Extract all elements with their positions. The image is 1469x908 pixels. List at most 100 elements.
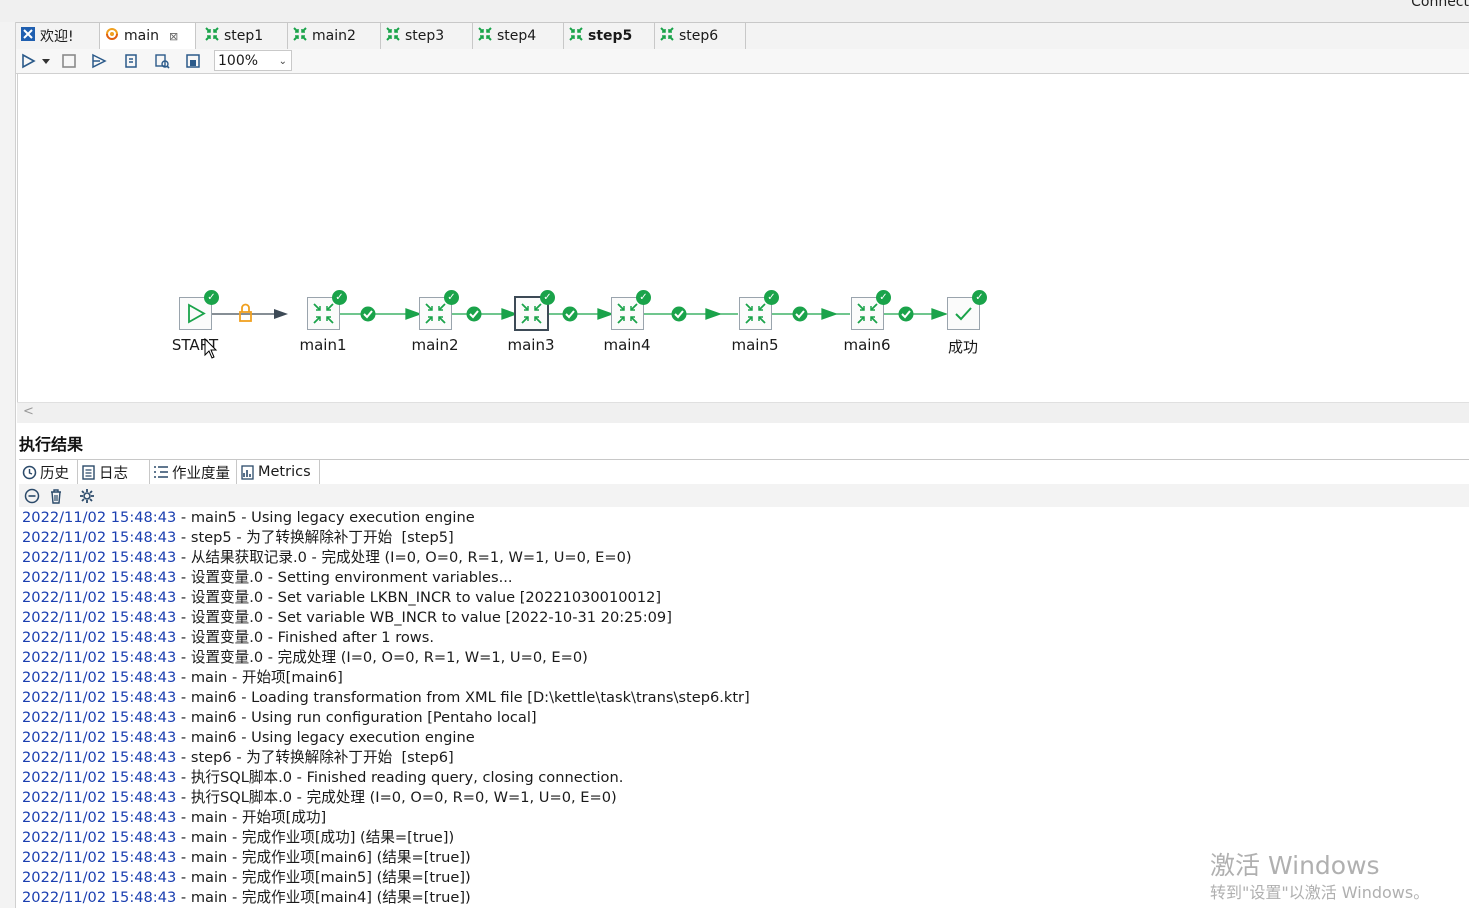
welcome-icon xyxy=(20,26,36,46)
activation-watermark-title: 激活 Windows xyxy=(1210,851,1380,880)
log-timestamp: 2022/11/02 15:48:43 xyxy=(22,829,177,846)
metrics-icon xyxy=(241,464,254,480)
success-badge-icon: ✓ xyxy=(876,290,891,305)
log-timestamp: 2022/11/02 15:48:43 xyxy=(22,689,177,706)
log-message: - step6 - 为了转换解除补丁开始 [step6] xyxy=(176,749,454,766)
node-label: main1 xyxy=(299,336,347,354)
log-timestamp: 2022/11/02 15:48:43 xyxy=(22,729,177,746)
stop-icon[interactable] xyxy=(60,52,78,70)
log-line: 2022/11/02 15:48:43 - 设置变量.0 - Set varia… xyxy=(22,608,672,628)
left-panel-edge xyxy=(0,22,16,908)
log-line: 2022/11/02 15:48:43 - main6 - Using lega… xyxy=(22,728,475,748)
tab-step5[interactable]: step5 xyxy=(564,23,655,49)
tab-label: 日志 xyxy=(99,465,128,482)
log-line: 2022/11/02 15:48:43 - 执行SQL脚本.0 - Finish… xyxy=(22,768,623,788)
tab-bar: 欢迎! main ⊠ step1 main2 step3 step4 step5… xyxy=(16,22,1469,50)
clear-log-icon[interactable] xyxy=(24,488,40,504)
tab-step6[interactable]: step6 xyxy=(655,23,746,49)
log-timestamp: 2022/11/02 15:48:43 xyxy=(22,509,177,526)
job-icon xyxy=(104,26,120,46)
success-badge-icon: ✓ xyxy=(444,290,459,305)
tab-history[interactable]: 历史 xyxy=(19,460,78,484)
tab-welcome[interactable]: 欢迎! xyxy=(16,23,100,49)
log-timestamp: 2022/11/02 15:48:43 xyxy=(22,749,177,766)
log-message: - 设置变量.0 - Set variable WB_INCR to value… xyxy=(176,609,672,626)
tab-label: step1 xyxy=(224,28,264,44)
log-message: - main - 开始项[成功] xyxy=(176,809,327,826)
log-timestamp: 2022/11/02 15:48:43 xyxy=(22,889,177,906)
log-timestamp: 2022/11/02 15:48:43 xyxy=(22,549,177,566)
node-label: START xyxy=(171,336,219,354)
tab-main[interactable]: main ⊠ xyxy=(100,23,196,49)
log-timestamp: 2022/11/02 15:48:43 xyxy=(22,849,177,866)
job-metrics-icon xyxy=(154,465,168,478)
node-label: main4 xyxy=(603,336,651,354)
gear-icon[interactable] xyxy=(79,488,95,504)
job-canvas[interactable]: ✓ START ✓ main1 ✓ main2 ✓ main3 ✓ main4 … xyxy=(17,74,1469,402)
tab-label: main2 xyxy=(312,28,356,44)
log-timestamp: 2022/11/02 15:48:43 xyxy=(22,809,177,826)
log-line: 2022/11/02 15:48:43 - main - 开始项[main6] xyxy=(22,668,343,688)
log-message: - 设置变量.0 - 完成处理 (I=0, O=0, R=1, W=1, U=0… xyxy=(176,649,588,666)
log-message: - main - 完成作业项[main5] (结果=[true]) xyxy=(176,869,471,886)
zoom-select[interactable]: 100% ⌄ xyxy=(214,50,292,71)
tab-step3[interactable]: step3 xyxy=(381,23,473,49)
log-message: - step5 - 为了转换解除补丁开始 [step5] xyxy=(176,529,454,546)
log-line: 2022/11/02 15:48:43 - main - 开始项[成功] xyxy=(22,808,326,828)
replay-icon[interactable] xyxy=(122,52,140,70)
log-timestamp: 2022/11/02 15:48:43 xyxy=(22,669,177,686)
log-line: 2022/11/02 15:48:43 - main - 完成作业项[main5… xyxy=(22,868,471,888)
run-icon[interactable] xyxy=(19,52,37,70)
run-options-chevron-down-icon[interactable] xyxy=(40,52,52,70)
tab-label: 历史 xyxy=(40,465,69,482)
success-badge-icon: ✓ xyxy=(972,290,987,305)
log-timestamp: 2022/11/02 15:48:43 xyxy=(22,709,177,726)
lock-icon xyxy=(239,303,252,322)
log-message: - main - 完成作业项[main4] (结果=[true]) xyxy=(176,889,471,906)
activation-watermark-subtitle: 转到"设置"以激活 Windows。 xyxy=(1210,883,1430,902)
node-label: main6 xyxy=(843,336,891,354)
close-icon[interactable]: ⊠ xyxy=(169,30,178,43)
trash-icon[interactable] xyxy=(48,488,64,504)
log-line: 2022/11/02 15:48:43 - 设置变量.0 - Set varia… xyxy=(22,588,661,608)
tab-main2[interactable]: main2 xyxy=(288,23,381,49)
log-line: 2022/11/02 15:48:43 - step5 - 为了转换解除补丁开始… xyxy=(22,528,454,548)
tab-label: step4 xyxy=(497,28,537,44)
success-badge-icon: ✓ xyxy=(540,290,555,305)
log-message: - 设置变量.0 - Setting environment variables… xyxy=(176,569,513,586)
log-line: 2022/11/02 15:48:43 - 执行SQL脚本.0 - 完成处理 (… xyxy=(22,788,617,808)
log-message: - main6 - Using legacy execution engine xyxy=(176,729,475,746)
log-timestamp: 2022/11/02 15:48:43 xyxy=(22,569,177,586)
tab-log[interactable]: 日志 xyxy=(78,460,150,484)
scroll-left-icon[interactable]: < xyxy=(23,404,34,419)
log-line: 2022/11/02 15:48:43 - main5 - Using lega… xyxy=(22,508,475,528)
impact-icon[interactable] xyxy=(184,52,202,70)
log-line: 2022/11/02 15:48:43 - main - 完成作业项[main6… xyxy=(22,848,471,868)
log-message: - main - 完成作业项[成功] (结果=[true]) xyxy=(176,829,455,846)
tab-label: 欢迎! xyxy=(40,29,74,45)
tab-step1[interactable]: step1 xyxy=(196,23,288,49)
tab-step4[interactable]: step4 xyxy=(473,23,564,49)
log-message: - 设置变量.0 - Set variable LKBN_INCR to val… xyxy=(176,589,662,606)
node-label: main3 xyxy=(507,336,555,354)
window-top-strip: Connect xyxy=(0,0,1469,22)
log-message: - 执行SQL脚本.0 - 完成处理 (I=0, O=0, R=0, W=1, … xyxy=(176,789,617,806)
transformation-icon xyxy=(477,26,493,46)
log-line: 2022/11/02 15:48:43 - 从结果获取记录.0 - 完成处理 (… xyxy=(22,548,632,568)
tab-metrics[interactable]: Metrics xyxy=(237,460,320,484)
log-message: - 执行SQL脚本.0 - Finished reading query, cl… xyxy=(176,769,624,786)
node-label: main2 xyxy=(411,336,459,354)
preview-icon[interactable] xyxy=(90,52,108,70)
transformation-icon xyxy=(568,26,584,46)
success-badge-icon: ✓ xyxy=(204,290,219,305)
canvas-horizontal-scrollbar[interactable]: < xyxy=(17,402,1469,423)
log-message: - main6 - Loading transformation from XM… xyxy=(176,689,750,706)
tab-label: 作业度量 xyxy=(172,465,230,482)
connect-button[interactable]: Connect xyxy=(1411,0,1469,10)
results-panel-title: 执行结果 xyxy=(19,435,84,454)
check-icon[interactable] xyxy=(153,52,171,70)
log-toolbar xyxy=(19,484,1469,507)
tab-job-metrics[interactable]: 作业度量 xyxy=(150,460,237,484)
node-label: main5 xyxy=(731,336,779,354)
results-tab-bar: 历史 日志 作业度量 Metrics xyxy=(19,459,1469,485)
